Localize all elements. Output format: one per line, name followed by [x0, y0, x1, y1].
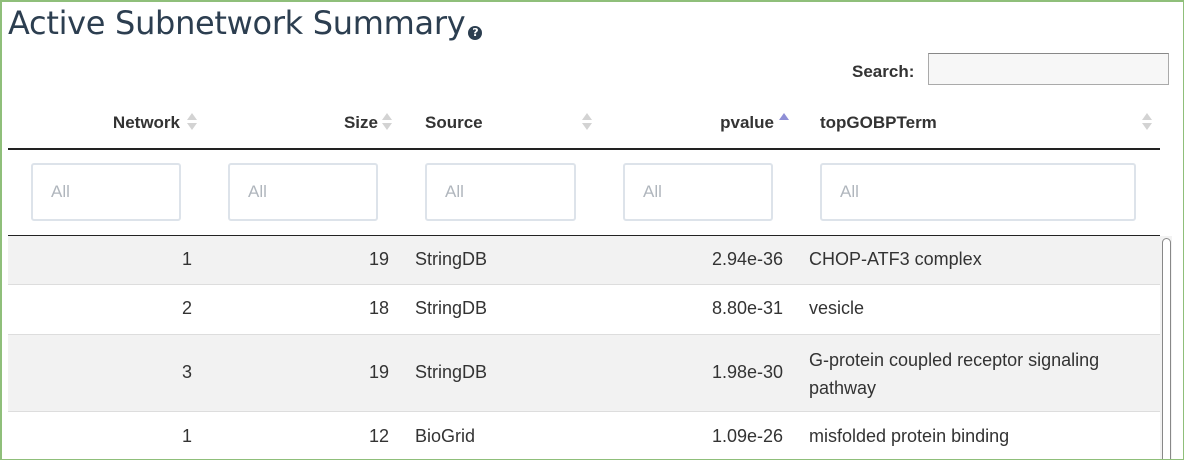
sort-unsorted-icon	[1142, 113, 1152, 133]
search-label: Search:	[852, 62, 915, 81]
summary-panel: Active Subnetwork Summary? Search: Netwo…	[0, 0, 1184, 460]
cell-source: StringDB	[415, 362, 488, 382]
column-header-source-label: Source	[425, 113, 483, 132]
filter-pvalue-input[interactable]	[623, 163, 773, 221]
cell-size: 12	[368, 426, 389, 446]
sort-unsorted-icon	[187, 113, 197, 133]
cell-source: BioGrid	[415, 426, 476, 446]
cell-pvalue: 2.94e-36	[711, 249, 783, 269]
cell-size: 19	[368, 362, 389, 382]
sort-unsorted-icon	[382, 113, 392, 133]
filter-size-input[interactable]	[228, 163, 378, 221]
column-header-pvalue[interactable]: pvalue	[608, 102, 793, 146]
filter-topgobpterm-input[interactable]	[820, 163, 1136, 221]
search-input[interactable]	[928, 53, 1169, 85]
page-title-text: Active Subnetwork Summary	[8, 4, 466, 42]
sort-unsorted-icon	[582, 113, 592, 133]
table-body: 1 19 StringDB 2.94e-36 CHOP-ATF3 complex…	[8, 236, 1160, 459]
cell-network: 2	[181, 298, 192, 318]
table-header: Network Size Source pvalue topGOBPTerm	[8, 102, 1160, 150]
column-header-network[interactable]: Network	[8, 102, 198, 146]
table-row[interactable]: 3 19 StringDB 1.98e-30 G-protein coupled…	[8, 335, 1160, 412]
cell-topgobpterm: CHOP-ATF3 complex	[809, 249, 982, 269]
cell-source: StringDB	[415, 298, 488, 318]
cell-network: 1	[181, 249, 192, 269]
cell-size: 18	[368, 298, 389, 318]
cell-topgobpterm: vesicle	[809, 298, 865, 318]
column-header-size-label: Size	[343, 113, 378, 132]
table-scrollbar[interactable]	[1160, 236, 1172, 459]
scrollbar-thumb[interactable]	[1162, 238, 1171, 459]
cell-source: StringDB	[415, 249, 488, 269]
cell-pvalue: 8.80e-31	[711, 298, 783, 318]
column-filters	[8, 150, 1160, 236]
cell-topgobpterm: misfolded protein binding	[809, 426, 1010, 446]
cell-size: 19	[368, 249, 389, 269]
cell-network: 1	[181, 426, 192, 446]
column-header-topgobpterm[interactable]: topGOBPTerm	[820, 102, 1160, 146]
column-header-network-label: Network	[112, 113, 180, 132]
table-row[interactable]: 1 12 BioGrid 1.09e-26 misfolded protein …	[8, 412, 1160, 459]
cell-network: 3	[181, 362, 192, 382]
table-row[interactable]: 2 18 StringDB 8.80e-31 vesicle	[8, 285, 1160, 335]
page-title: Active Subnetwork Summary?	[8, 2, 483, 44]
column-header-pvalue-label: pvalue	[720, 113, 774, 132]
column-header-size[interactable]: Size	[205, 102, 395, 146]
table-row[interactable]: 1 19 StringDB 2.94e-36 CHOP-ATF3 complex	[8, 236, 1160, 285]
filter-source-input[interactable]	[425, 163, 576, 221]
cell-topgobpterm: G-protein coupled receptor signaling pat…	[809, 350, 1100, 398]
cell-pvalue: 1.09e-26	[711, 426, 783, 446]
sort-ascending-icon	[779, 113, 789, 133]
filter-network-input[interactable]	[31, 163, 181, 221]
column-header-source[interactable]: Source	[425, 102, 595, 146]
question-circle-icon[interactable]: ?	[468, 26, 483, 40]
cell-pvalue: 1.98e-30	[711, 362, 783, 382]
column-header-topgobpterm-label: topGOBPTerm	[820, 113, 937, 132]
